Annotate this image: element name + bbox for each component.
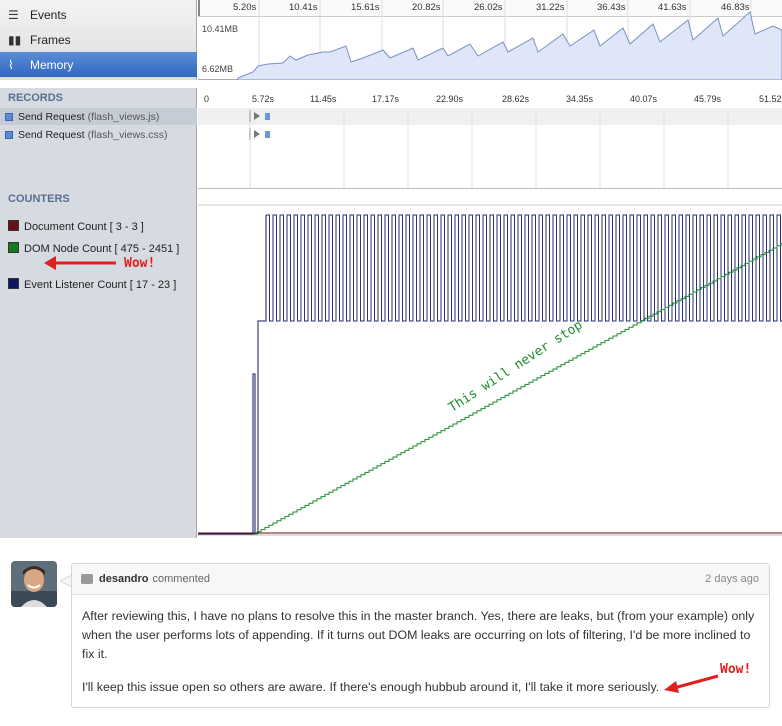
- events-icon: ☰: [8, 7, 19, 22]
- record-detail: (flash_views.js): [87, 110, 160, 123]
- nav-item-frames[interactable]: ▮▮ Frames: [0, 27, 197, 52]
- document-count-swatch: [8, 220, 19, 231]
- counters-chart: [198, 204, 782, 536]
- counters-graph: This will never stop: [198, 188, 782, 539]
- comment-body: After reviewing this, I have no plans to…: [82, 607, 762, 697]
- counters-title: COUNTERS: [8, 193, 70, 205]
- records-title: RECORDS: [8, 92, 64, 104]
- comment-paragraph: After reviewing this, I have no plans to…: [82, 609, 755, 661]
- records-panel: RECORDS Send Request (flash_views.js) Se…: [0, 88, 197, 188]
- comment-paragraph: I'll keep this issue open so others are …: [82, 680, 660, 694]
- nav-item-label: Frames: [30, 32, 71, 47]
- record-label: Send Request: [18, 128, 85, 141]
- comment-action: commented: [152, 573, 210, 585]
- timeline-nav: ☰ Events ▮▮ Frames ⌇ Memory: [0, 0, 197, 80]
- wow-annotation: Wow!: [720, 662, 752, 677]
- memory-overview[interactable]: 5.20s 10.41s 15.61s 20.82s 26.02s 31.22s…: [198, 0, 782, 80]
- counter-label: Document Count [ 3 - 3 ]: [24, 221, 144, 233]
- record-row[interactable]: Send Request (flash_views.js): [0, 108, 197, 125]
- network-icon: [5, 112, 13, 121]
- records-timeline[interactable]: 0 5.72s 11.45s 17.17s 22.90s 28.62s 34.3…: [198, 88, 782, 188]
- counters-panel: COUNTERS Document Count [ 3 - 3 ] DOM No…: [0, 188, 197, 538]
- red-arrow-icon: [664, 674, 719, 693]
- counter-label: Event Listener Count [ 17 - 23 ]: [24, 279, 177, 291]
- red-arrow-icon: [44, 256, 116, 270]
- record-detail: (flash_views.css): [87, 128, 168, 141]
- memory-graph: [237, 0, 782, 80]
- counter-event-listener[interactable]: Event Listener Count [ 17 - 23 ]: [8, 278, 188, 292]
- user-avatar-image: [11, 561, 57, 607]
- nav-item-label: Events: [30, 7, 67, 22]
- comment-timestamp[interactable]: 2 days ago: [705, 573, 759, 585]
- comment-author[interactable]: desandro: [99, 573, 149, 585]
- nav-item-label: Memory: [30, 57, 74, 72]
- event-listener-count-swatch: [8, 278, 19, 289]
- avatar[interactable]: [11, 561, 57, 607]
- record-row[interactable]: Send Request (flash_views.css): [0, 126, 197, 143]
- memory-icon: ⌇: [8, 57, 14, 72]
- network-icon: [5, 130, 13, 139]
- wow-annotation: Wow!: [124, 256, 156, 271]
- speech-bubble-icon: [81, 574, 93, 584]
- nav-item-memory[interactable]: ⌇ Memory: [0, 52, 197, 77]
- frames-icon: ▮▮: [8, 32, 22, 47]
- dom-node-count-swatch: [8, 242, 19, 253]
- record-label: Send Request: [18, 110, 85, 123]
- counter-document[interactable]: Document Count [ 3 - 3 ]: [8, 220, 188, 234]
- records-grid: [198, 108, 782, 188]
- comment-header: desandro commented 2 days ago: [72, 564, 769, 595]
- nav-item-events[interactable]: ☰ Events: [0, 2, 197, 27]
